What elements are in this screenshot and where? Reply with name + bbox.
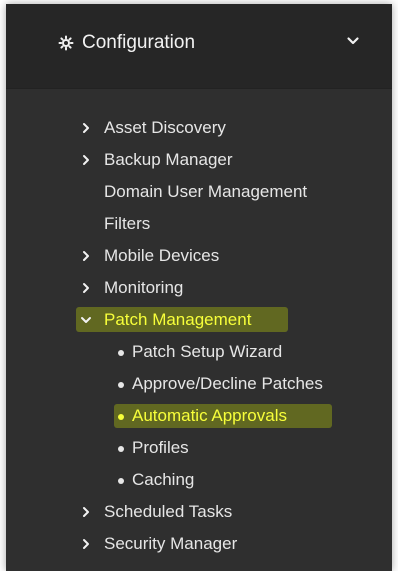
chevron-right-icon (80, 506, 92, 518)
configuration-header[interactable]: Configuration (6, 4, 392, 89)
gear-icon (58, 35, 74, 51)
header-title-wrap: Configuration (58, 32, 195, 54)
submenu-item-label: Patch Setup Wizard (132, 342, 283, 361)
chevron-down-icon (80, 314, 92, 326)
bullet-icon (118, 382, 124, 388)
chevron-right-icon (80, 250, 92, 262)
menu-item-label: Patch Management (104, 310, 252, 329)
bullet-icon (118, 446, 124, 452)
menu-item-backup-manager[interactable]: Backup Manager (6, 144, 392, 176)
submenu-item-label: Approve/Decline Patches (132, 374, 323, 393)
bullet-icon (118, 350, 124, 356)
submenu-item-profiles[interactable]: Profiles (6, 432, 392, 464)
menu-item-label: Security Manager (104, 534, 238, 553)
chevron-right-icon (80, 282, 92, 294)
submenu-item-patch-setup-wizard[interactable]: Patch Setup Wizard (6, 336, 392, 368)
menu-item-patch-management[interactable]: Patch Management (6, 304, 392, 336)
configuration-menu: Asset Discovery Backup Manager Domain Us… (6, 112, 392, 560)
menu-item-monitoring[interactable]: Monitoring (6, 272, 392, 304)
submenu-item-label: Profiles (132, 438, 189, 457)
chevron-right-icon (80, 154, 92, 166)
menu-item-label: Backup Manager (104, 150, 233, 169)
menu-item-label: Monitoring (104, 278, 184, 297)
menu-item-domain-user-management[interactable]: Domain User Management (6, 176, 392, 208)
submenu-item-label: Caching (132, 470, 195, 489)
bullet-icon (118, 414, 124, 420)
menu-item-label: Asset Discovery (104, 118, 226, 137)
bullet-icon (118, 478, 124, 484)
submenu-item-caching[interactable]: Caching (6, 464, 392, 496)
configuration-panel: Configuration Asset Discovery Backup Man… (6, 4, 392, 571)
submenu-item-automatic-approvals[interactable]: Automatic Approvals (6, 400, 392, 432)
chevron-right-icon (80, 122, 92, 134)
menu-item-security-manager[interactable]: Security Manager (6, 528, 392, 560)
header-title: Configuration (82, 32, 196, 53)
menu-item-label: Domain User Management (104, 182, 308, 201)
collapse-toggle[interactable] (344, 34, 362, 52)
chevron-right-icon (80, 538, 92, 550)
menu-item-scheduled-tasks[interactable]: Scheduled Tasks (6, 496, 392, 528)
menu-item-asset-discovery[interactable]: Asset Discovery (6, 112, 392, 144)
menu-item-filters[interactable]: Filters (6, 208, 392, 240)
menu-item-label: Scheduled Tasks (104, 502, 233, 521)
submenu-item-approve-decline-patches[interactable]: Approve/Decline Patches (6, 368, 392, 400)
submenu-item-label: Automatic Approvals (132, 406, 287, 425)
menu-item-label: Mobile Devices (104, 246, 220, 265)
chevron-down-icon (346, 34, 360, 53)
menu-item-mobile-devices[interactable]: Mobile Devices (6, 240, 392, 272)
menu-item-label: Filters (104, 214, 151, 233)
